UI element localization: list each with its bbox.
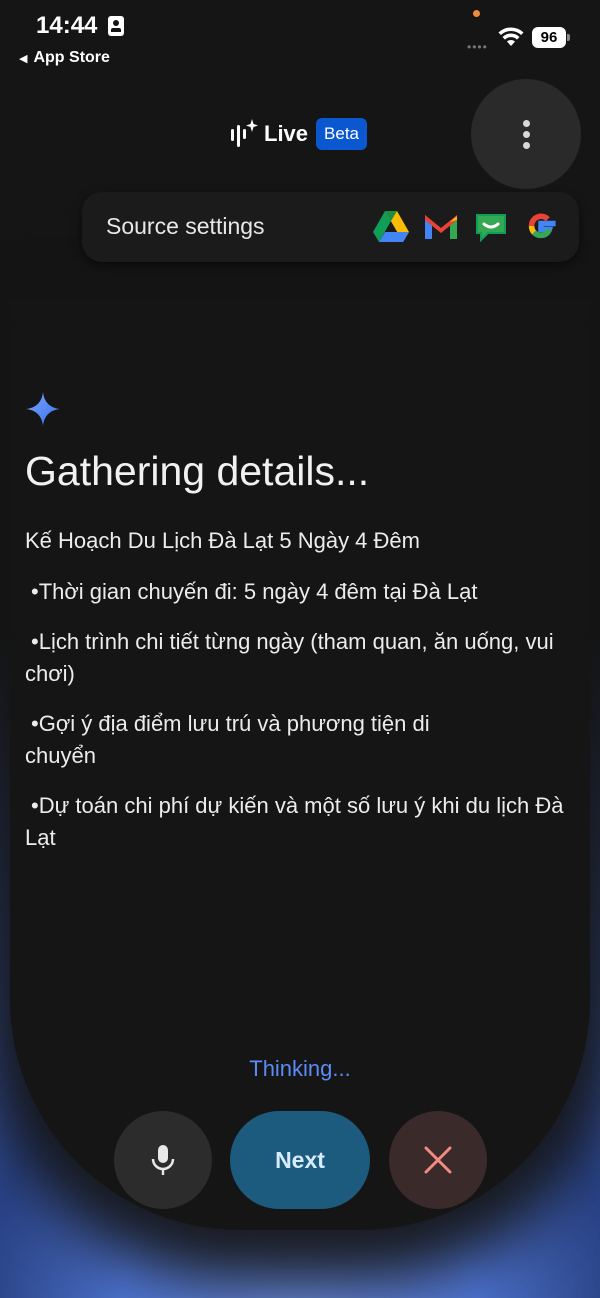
detail-list: Thời gian chuyến đi: 5 ngày 4 đêm tại Đà…: [25, 576, 570, 872]
source-settings-button[interactable]: Source settings: [82, 192, 579, 262]
back-app-label: App Store: [33, 49, 110, 66]
more-options-button[interactable]: [471, 79, 581, 189]
status-heading: Gathering details...: [25, 448, 370, 494]
list-item: Lịch trình chi tiết từng ngày (tham quan…: [25, 626, 570, 690]
cellular-signal-icon: ••••: [467, 40, 488, 54]
source-icons: [372, 207, 560, 245]
status-time: 14:44: [36, 12, 98, 39]
plan-title: Kế Hoạch Du Lịch Đà Lạt 5 Ngày 4 Đêm: [25, 528, 420, 553]
gemini-sparkle-icon: [26, 392, 60, 426]
back-to-app-store[interactable]: ◀ App Store: [19, 49, 110, 67]
wifi-icon: [498, 27, 524, 46]
live-waveform-icon: [231, 119, 258, 147]
beta-badge: Beta: [316, 118, 368, 150]
privacy-indicator-dot: [473, 10, 480, 17]
list-item: Gợi ý địa điểm lưu trú và phương tiện di…: [25, 708, 495, 772]
battery-indicator: 96: [532, 27, 570, 48]
next-button[interactable]: Next: [230, 1111, 370, 1209]
microphone-icon: [151, 1145, 175, 1175]
google-drive-icon: [373, 211, 409, 242]
live-label: Live: [264, 121, 309, 146]
google-icon: [528, 213, 556, 239]
chat-icon: [476, 214, 506, 243]
close-icon: [424, 1146, 452, 1174]
back-triangle-icon: ◀: [19, 53, 28, 65]
close-button[interactable]: [389, 1111, 487, 1209]
gmail-icon: [425, 215, 457, 239]
more-vert-icon-dot: [523, 142, 530, 149]
list-item: Dự toán chi phí dự kiến và một số lưu ý …: [25, 790, 570, 854]
microphone-button[interactable]: [114, 1111, 212, 1209]
list-item: Thời gian chuyến đi: 5 ngày 4 đêm tại Đà…: [25, 576, 570, 608]
live-header: Live Beta: [228, 114, 368, 154]
contact-card-icon: [108, 16, 124, 36]
more-vert-icon: [523, 120, 530, 127]
source-settings-label: Source settings: [106, 213, 265, 239]
more-vert-icon-dot: [523, 131, 530, 138]
thinking-status: Thinking...: [249, 1056, 351, 1081]
